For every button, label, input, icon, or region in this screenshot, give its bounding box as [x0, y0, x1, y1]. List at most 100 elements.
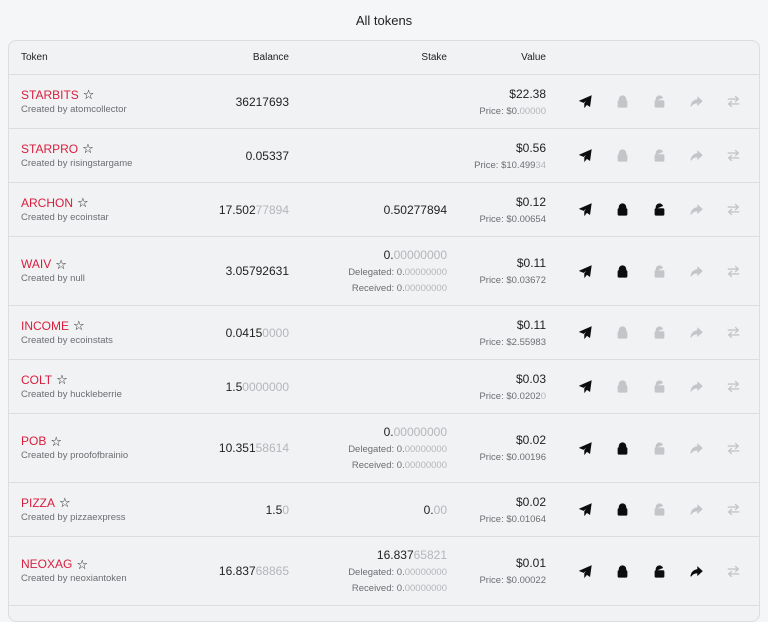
unlock-icon: [651, 148, 667, 164]
send-icon[interactable]: [577, 563, 593, 579]
token-value: $0.01 Price: $0.00022: [479, 556, 546, 586]
unlock-icon: [651, 94, 667, 110]
token-symbol: POB: [21, 434, 47, 448]
star-icon[interactable]: ☆: [56, 373, 68, 386]
token-price: Price: $0.00196: [479, 452, 546, 463]
token-name-link[interactable]: INCOME ☆: [21, 319, 85, 333]
unlock-icon[interactable]: [651, 202, 667, 218]
swap-icon: [725, 379, 741, 395]
price-amount: $0.00022: [506, 575, 546, 586]
token-name-link[interactable]: STARBITS ☆: [21, 88, 94, 102]
price-amount: $0.03672: [506, 275, 546, 286]
unlock-icon: [651, 263, 667, 279]
table-row: ARCHON ☆ Created by ecoinstar 17.50277894 0.…: [9, 183, 759, 237]
token-value: $0.12 Price: $0.00654: [479, 195, 546, 225]
star-icon[interactable]: ☆: [83, 88, 95, 101]
delegate-icon[interactable]: [688, 563, 704, 579]
stake-value: 0.00000000: [348, 248, 447, 262]
price-label: Price:: [479, 575, 507, 586]
delegated-trailing-zeros: 00000000: [404, 567, 447, 578]
token-name-link[interactable]: ARCHON ☆: [21, 196, 89, 210]
header-balance: Balance: [252, 52, 289, 63]
star-icon[interactable]: ☆: [77, 196, 89, 209]
received-label: Received:: [351, 283, 397, 294]
lock-icon[interactable]: [614, 502, 630, 518]
delegate-icon: [688, 263, 704, 279]
star-icon[interactable]: ☆: [73, 319, 85, 332]
balance-value: 1.5: [225, 379, 243, 394]
token-stake: 0.00000000 Delegated: 0.00000000 Received:…: [348, 425, 447, 471]
token-name-link[interactable]: NEOXAG ☆: [21, 557, 88, 571]
stake-trailing-zeros: 65821: [413, 548, 447, 562]
row-actions: [577, 440, 741, 456]
star-icon[interactable]: ☆: [55, 258, 67, 271]
header-token: Token: [21, 52, 48, 63]
delegate-icon: [688, 94, 704, 110]
lock-icon[interactable]: [614, 440, 630, 456]
send-icon[interactable]: [577, 379, 593, 395]
price-label: Price:: [479, 275, 507, 286]
table-row: STARPRO ☆ Created by risingstargame 0.05337…: [9, 129, 759, 183]
lock-icon[interactable]: [614, 202, 630, 218]
value-usd: $0.11: [479, 256, 546, 270]
swap-icon: [725, 263, 741, 279]
unlock-icon[interactable]: [651, 563, 667, 579]
star-icon[interactable]: ☆: [59, 496, 71, 509]
price-trailing-zeros: 0: [540, 390, 546, 402]
token-balance: 0.04150000: [226, 326, 289, 340]
row-actions: [577, 94, 741, 110]
delegate-icon: [688, 440, 704, 456]
row-actions: [577, 502, 741, 518]
balance-trailing-zeros: 68865: [255, 564, 289, 578]
balance-value: 16.837: [218, 564, 256, 578]
token-name-link[interactable]: PIZZA ☆: [21, 496, 71, 510]
price-trailing-zeros: 00000: [519, 105, 546, 117]
row-actions: [577, 263, 741, 279]
stake-trailing-zeros: 00000000: [393, 425, 447, 439]
lock-icon[interactable]: [614, 563, 630, 579]
delegate-icon: [688, 502, 704, 518]
table-row: INCOME ☆ Created by ecoinstats 0.04150000 $0…: [9, 306, 759, 360]
lock-icon[interactable]: [614, 263, 630, 279]
send-icon[interactable]: [577, 202, 593, 218]
token-creator: Created by proofofbrainio: [21, 450, 129, 461]
token-name-link[interactable]: COLT ☆: [21, 373, 68, 387]
delegated-label: Delegated:: [348, 267, 397, 278]
delegated-amount: 0.: [396, 267, 405, 278]
token-name-link[interactable]: WAIV ☆: [21, 257, 67, 271]
stake-received: Received: 0.00000000: [348, 283, 447, 294]
send-icon[interactable]: [577, 502, 593, 518]
star-icon[interactable]: ☆: [50, 435, 62, 448]
token-name-link[interactable]: POB ☆: [21, 434, 62, 448]
stake-amount: 0.: [423, 502, 434, 517]
token-symbol: PIZZA: [21, 495, 56, 510]
delegate-icon: [688, 148, 704, 164]
delegated-label: Delegated:: [348, 567, 397, 578]
send-icon[interactable]: [577, 440, 593, 456]
stake-value: 0.00000000: [348, 425, 447, 439]
page-title: All tokens: [355, 13, 413, 28]
send-icon[interactable]: [577, 94, 593, 110]
row-actions: [577, 563, 741, 579]
send-icon[interactable]: [577, 325, 593, 341]
received-trailing-zeros: 00000000: [404, 583, 447, 594]
balance-value: 0.05337: [245, 148, 289, 163]
balance-trailing-zeros: 58614: [255, 441, 289, 455]
send-icon[interactable]: [577, 263, 593, 279]
lock-icon: [614, 94, 630, 110]
token-creator: Created by risingstargame: [21, 157, 133, 169]
send-icon[interactable]: [577, 148, 593, 164]
stake-amount: 16.837: [376, 548, 414, 562]
header-value: Value: [521, 52, 546, 63]
received-amount: 0.: [396, 283, 405, 294]
price-label: Price:: [479, 390, 507, 402]
token-name-link[interactable]: STARPRO ☆: [21, 142, 94, 156]
delegated-amount: 0.: [396, 567, 405, 578]
price-amount: $0.01064: [506, 513, 546, 525]
received-trailing-zeros: 00000000: [404, 283, 447, 294]
token-creator: Created by atomcollector: [21, 103, 127, 115]
swap-icon: [725, 148, 741, 164]
star-icon[interactable]: ☆: [76, 558, 88, 571]
star-icon[interactable]: ☆: [82, 142, 94, 155]
token-balance: 10.35158614: [219, 441, 289, 455]
